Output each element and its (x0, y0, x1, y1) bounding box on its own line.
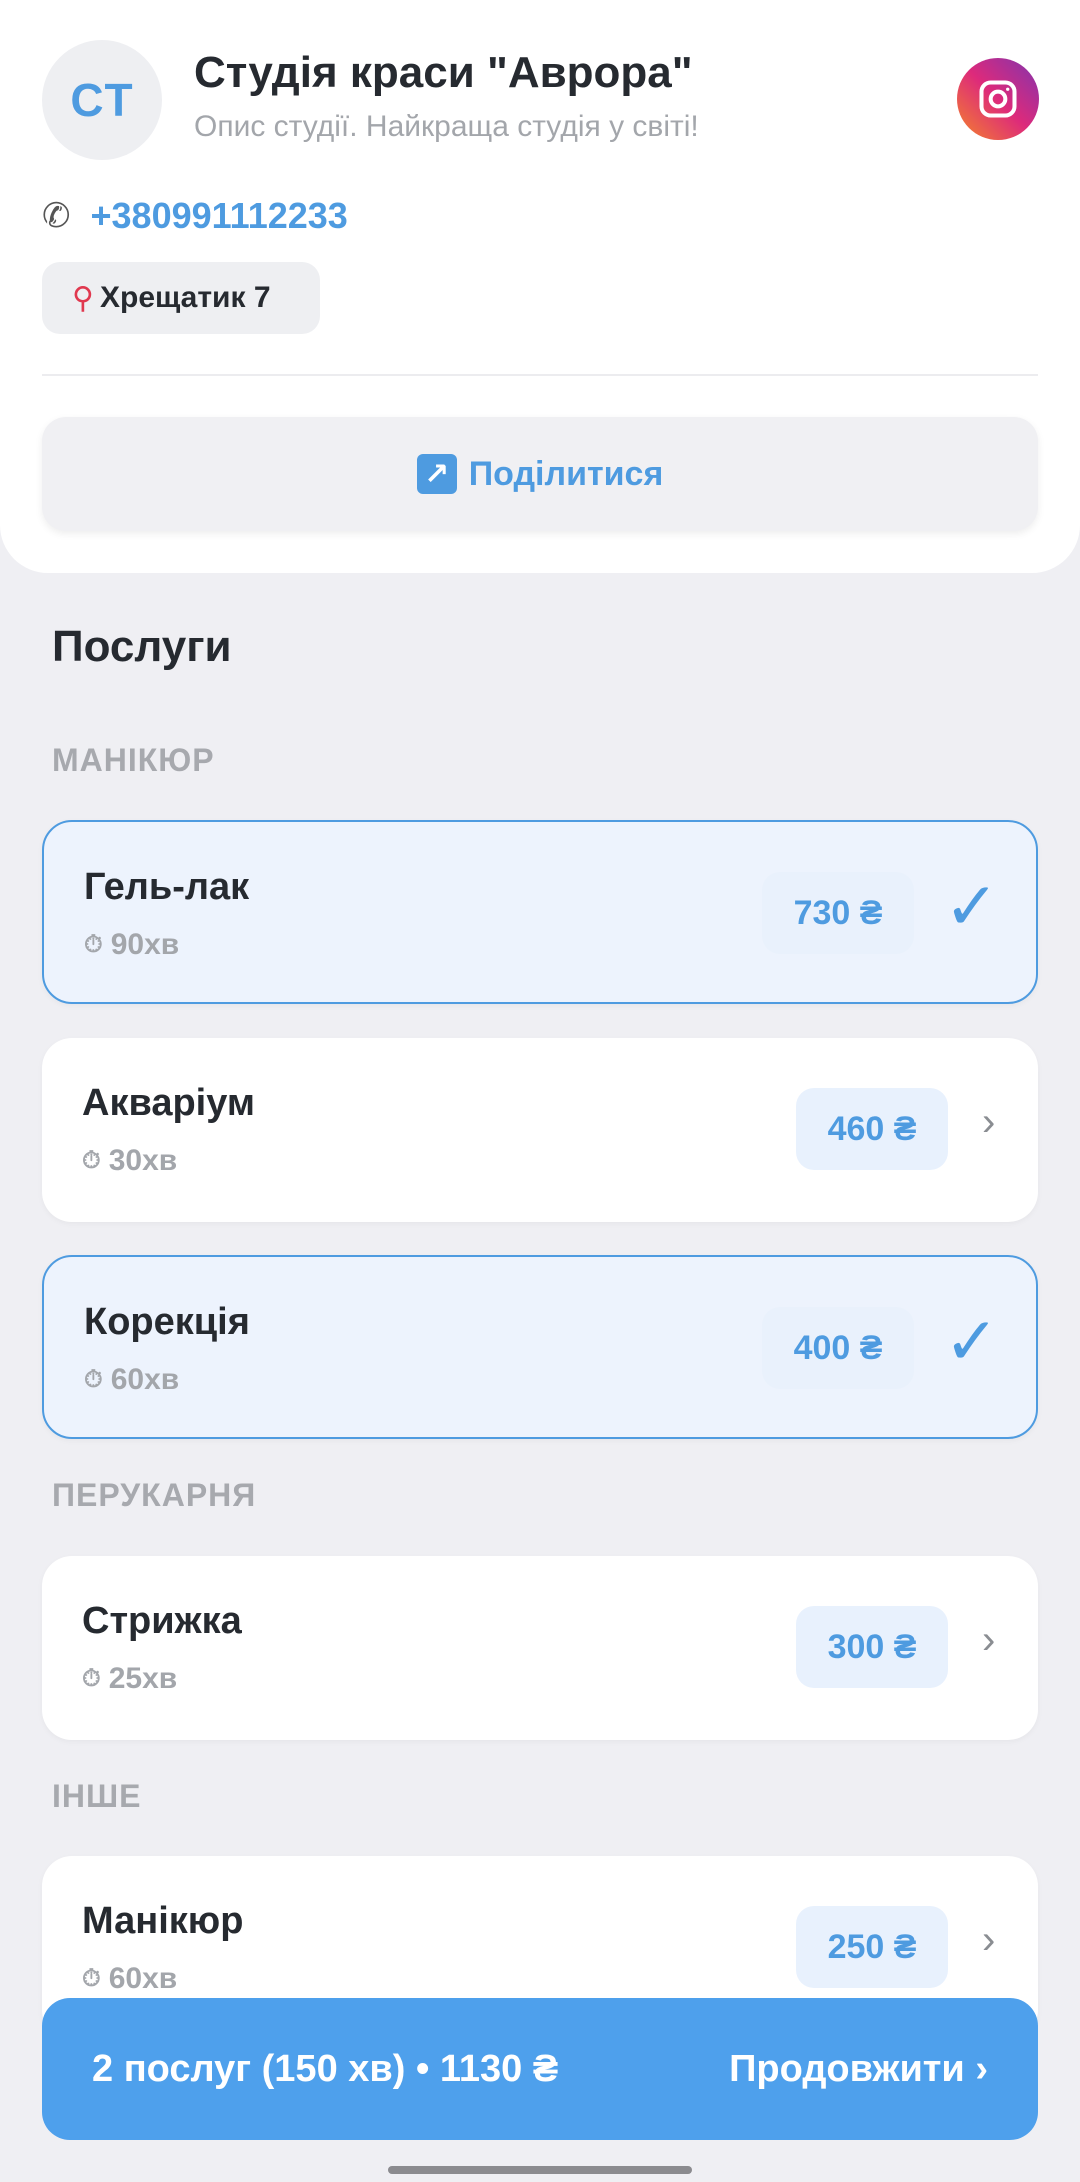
header-divider (42, 374, 1038, 376)
timer-icon: ⏱ (82, 1965, 101, 1992)
price-badge: 460 ₴ (796, 1088, 948, 1170)
duration-text: 60хв (110, 1363, 180, 1396)
phone-number-link[interactable]: +380991112233 (91, 195, 348, 237)
chevron-right-icon: › (982, 1918, 996, 1962)
services-heading: Послуги (52, 622, 232, 671)
studio-description: Опис студії. Найкраща студія у світі! (194, 110, 699, 143)
instagram-icon (979, 80, 1017, 118)
timer-icon: ⏱ (84, 1366, 103, 1393)
category-label: ІНШЕ (52, 1778, 142, 1814)
service-duration: ⏱ 60хв (82, 1962, 177, 1996)
service-duration: ⏱ 60хв (84, 1363, 179, 1397)
price-badge: 250 ₴ (796, 1906, 948, 1988)
pin-icon: ⚲ (72, 281, 94, 315)
duration-text: 90хв (110, 928, 180, 961)
studio-header-card: CT Студія краси "Аврора" Опис студії. На… (0, 0, 1080, 573)
instagram-button[interactable] (957, 58, 1039, 140)
service-card[interactable]: Акваріум ⏱ 30хв 460 ₴ › (42, 1038, 1038, 1222)
phone-icon: ✆ (42, 197, 71, 235)
category-label: ПЕРУКАРНЯ (52, 1477, 257, 1513)
phone-row[interactable]: ✆ +380991112233 (42, 192, 348, 240)
address-text: Хрещатик 7 (99, 281, 271, 314)
service-card[interactable]: Гель-лак ⏱ 90хв 730 ₴ ✓ (42, 820, 1038, 1004)
cart-summary: 2 послуг (150 хв) • 1130 ₴ (92, 2047, 559, 2090)
category-label: МАНІКЮР (52, 742, 215, 778)
service-duration: ⏱ 30хв (82, 1144, 177, 1178)
share-icon: ↗ (416, 454, 457, 494)
service-name: Гель-лак (84, 866, 250, 908)
home-indicator[interactable] (388, 2166, 692, 2174)
service-card[interactable]: Корекція ⏱ 60хв 400 ₴ ✓ (42, 1255, 1038, 1439)
address-chip[interactable]: ⚲ Хрещатик 7 (42, 262, 320, 334)
service-name: Акваріум (82, 1082, 255, 1124)
chevron-right-icon: › (982, 1100, 996, 1144)
duration-text: 30хв (108, 1144, 178, 1177)
share-label: Поділитися (468, 454, 664, 493)
service-name: Стрижка (82, 1600, 242, 1642)
timer-icon: ⏱ (84, 931, 103, 958)
continue-button[interactable]: 2 послуг (150 хв) • 1130 ₴ Продовжити › (42, 1998, 1038, 2140)
service-duration: ⏱ 25хв (82, 1662, 177, 1696)
chevron-right-icon: › (982, 1618, 996, 1662)
service-card[interactable]: Стрижка ⏱ 25хв 300 ₴ › (42, 1556, 1038, 1740)
share-button[interactable]: ↗ Поділитися (42, 417, 1038, 531)
duration-text: 60хв (108, 1962, 178, 1995)
avatar-initials: CT (70, 74, 134, 126)
price-badge: 300 ₴ (796, 1606, 948, 1688)
studio-name: Студія краси "Аврора" (194, 48, 693, 97)
service-name: Манікюр (82, 1900, 244, 1942)
service-name: Корекція (84, 1301, 250, 1343)
service-duration: ⏱ 90хв (84, 928, 179, 962)
check-icon: ✓ (944, 869, 1000, 943)
check-icon: ✓ (944, 1304, 1000, 1378)
studio-page: CT Студія краси "Аврора" Опис студії. На… (0, 0, 1080, 2182)
studio-avatar: CT (42, 40, 162, 160)
price-badge: 400 ₴ (762, 1307, 914, 1389)
timer-icon: ⏱ (82, 1665, 101, 1692)
continue-label: Продовжити › (729, 2047, 988, 2090)
duration-text: 25хв (108, 1662, 178, 1695)
price-badge: 730 ₴ (762, 872, 914, 954)
timer-icon: ⏱ (82, 1147, 101, 1174)
